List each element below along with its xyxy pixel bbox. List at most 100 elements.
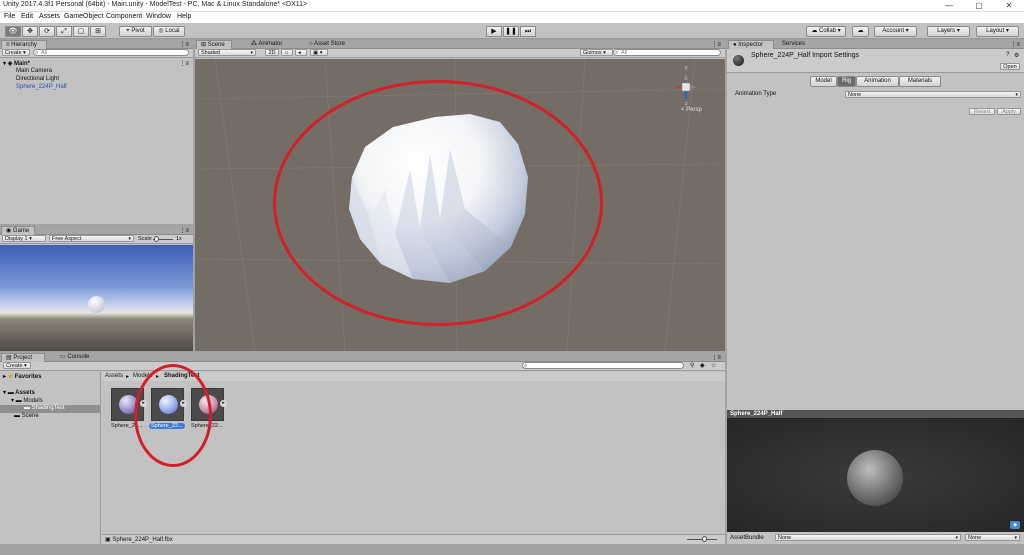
assetbundle-dropdown[interactable]: None ▾ (775, 534, 961, 541)
hierarchy-item[interactable]: Main Camera (16, 68, 52, 74)
scene-root-item[interactable]: ▾ ◈ Main* (3, 60, 30, 67)
collab-dropdown[interactable]: ☁ Collab ▾ (806, 26, 846, 37)
revert-button[interactable]: Revert (969, 108, 995, 115)
menu-assets[interactable]: Assets (39, 13, 60, 20)
settings-gear-icon[interactable]: ⚙ (1014, 52, 1019, 59)
filter-type-icon[interactable]: ⚲ (690, 362, 694, 369)
tab-asset-store[interactable]: ⌂ Asset Store (305, 40, 357, 49)
panel-menu-icon[interactable]: ⋮≡ (179, 227, 189, 234)
model-file-icon (733, 55, 744, 66)
axis-gizmo[interactable] (670, 69, 702, 103)
effects-dropdown-icon[interactable]: ▣ ▾ (310, 49, 328, 56)
breadcrumb-assets[interactable]: Assets (105, 373, 123, 379)
scale-slider-handle[interactable] (154, 236, 159, 242)
scene-search-input[interactable]: All (613, 49, 721, 56)
pivot-toggle[interactable]: ⌖ Pivot (119, 26, 152, 37)
menu-edit[interactable]: Edit (21, 13, 33, 20)
close-button[interactable]: ✕ (994, 0, 1024, 12)
local-toggle[interactable]: ◎ Local (153, 26, 185, 37)
layout-dropdown[interactable]: Layout ▾ (976, 26, 1019, 37)
tab-console[interactable]: ▭ Console (56, 353, 98, 362)
tab-game[interactable]: ◉ Game (1, 226, 35, 235)
unity-editor-window: Unity 2017.4.3f1 Personal (64bit) - Main… (0, 0, 1024, 555)
axis-y-label: y (685, 65, 688, 71)
apply-button[interactable]: Apply (997, 108, 1021, 115)
menu-file[interactable]: File (4, 13, 15, 20)
tag-icon[interactable]: ◆ (1010, 521, 1020, 529)
rotate-tool-icon[interactable]: ⟳ (39, 26, 55, 37)
display-dropdown[interactable]: Display 1 ▾ (2, 235, 46, 242)
project-create-dropdown[interactable]: Create ▾ (3, 362, 31, 369)
folder-item-scene[interactable]: ▬ Scene (14, 413, 39, 419)
menu-gameobject[interactable]: GameObject (64, 13, 103, 20)
subtab-animation[interactable]: Animation (856, 76, 899, 87)
move-tool-icon[interactable]: ✥ (22, 26, 38, 37)
2d-toggle[interactable]: 2D (265, 49, 279, 56)
account-dropdown[interactable]: Account ▾ (874, 26, 917, 37)
pause-button-icon[interactable]: ❚❚ (503, 26, 519, 37)
folder-item-shadingtest[interactable]: ▬ ShadingTest (0, 405, 100, 413)
scale-tool-icon[interactable]: ⤢ (56, 26, 72, 37)
game-view[interactable] (0, 245, 193, 351)
aspect-dropdown[interactable]: Free Aspect ▾ (49, 235, 134, 242)
scene-tabbar: ⊞ Scene ⁂ Animator ⌂ Asset Store ⋮≡ (195, 40, 725, 49)
tab-services[interactable]: Services (778, 40, 814, 49)
favorites-node[interactable]: ▸ ★ Favorites (3, 373, 41, 380)
cloud-button[interactable]: ☁ (852, 26, 869, 37)
layers-dropdown[interactable]: Layers ▾ (927, 26, 970, 37)
shading-mode-dropdown[interactable]: Shaded ▾ (198, 49, 256, 56)
assets-node[interactable]: ▾ ▬ Assets (3, 389, 35, 396)
menu-component[interactable]: Component (106, 13, 142, 20)
minimize-button[interactable]: — (934, 0, 964, 12)
scene-menu-icon[interactable]: ⋮≡ (179, 60, 189, 67)
tab-hierarchy[interactable]: ≡ Hierarchy (1, 40, 47, 49)
hierarchy-tabbar: ≡ Hierarchy ⋮≡ (0, 40, 193, 49)
favorite-star-icon[interactable]: ☆ (711, 362, 716, 369)
menu-window[interactable]: Window (146, 13, 171, 20)
folder-item-models[interactable]: ▾ ▬ Models (11, 397, 43, 404)
subtab-rig-selected[interactable]: Rig (837, 76, 856, 87)
project-status-bar: ▣ Sphere_224P_Half.fbx (102, 534, 725, 544)
gamepad-icon: ◉ (6, 228, 13, 234)
hierarchy-create-dropdown[interactable]: Create ▾ (2, 49, 30, 56)
filter-label-icon[interactable]: ◆ (700, 362, 705, 369)
tab-inspector[interactable]: ● Inspector (728, 40, 774, 49)
transform-tool-icon[interactable]: ⊞ (90, 26, 106, 37)
panel-menu-icon[interactable]: ⋮≡ (711, 41, 721, 48)
panel-menu-icon[interactable]: ⋮≡ (711, 354, 721, 361)
tab-scene[interactable]: ⊞ Scene (196, 40, 232, 49)
rect-tool-icon[interactable]: ▢ (73, 26, 89, 37)
subtab-model[interactable]: Model (810, 76, 837, 87)
project-search-input[interactable] (522, 362, 684, 369)
animation-type-dropdown[interactable]: None ▾ (845, 91, 1021, 98)
step-button-icon[interactable]: ⏭ (520, 26, 536, 37)
variant-dropdown[interactable]: None ▾ (965, 534, 1020, 541)
audio-toggle-icon[interactable]: ◂ (295, 49, 307, 56)
lighting-toggle-icon[interactable]: ☼ (281, 49, 293, 56)
thumbnail-size-handle[interactable] (702, 536, 707, 542)
gizmos-dropdown[interactable]: Gizmos ▾ (580, 49, 613, 56)
hand-tool-icon[interactable]: 👁 (5, 26, 21, 37)
expand-arrow-icon[interactable]: ▸ (220, 400, 227, 407)
hierarchy-item[interactable]: Directional Light (16, 76, 59, 82)
preview-view[interactable]: ◆ (727, 420, 1024, 532)
projection-label[interactable]: < Persp (681, 107, 702, 113)
panel-menu-icon[interactable]: ⋮≡ (1010, 41, 1020, 48)
import-tabs: Model Rig Animation Materials (810, 76, 941, 87)
scene-panel: ⊞ Scene ⁂ Animator ⌂ Asset Store ⋮≡ Shad… (195, 40, 725, 351)
hierarchy-item-selected[interactable]: Sphere_224P_Half (16, 84, 67, 90)
hierarchy-search-input[interactable]: All (33, 49, 189, 56)
maximize-button[interactable]: ▢ (964, 0, 994, 12)
tab-project[interactable]: ▤ Project (1, 353, 45, 362)
menu-help[interactable]: Help (177, 13, 191, 20)
folder-icon: ▬ (14, 413, 22, 419)
inspector-tabbar: ● Inspector Services ⋮≡ (727, 40, 1024, 49)
project-folder-tree: ▸ ★ Favorites ▾ ▬ Assets ▾ ▬ Models ▬ Sh… (0, 372, 101, 544)
play-button-icon[interactable]: ▶ (486, 26, 502, 37)
open-button[interactable]: Open (1000, 63, 1020, 70)
project-toolbar: Create ▾ ⚲ ◆ ☆ (0, 362, 725, 371)
help-icon[interactable]: ? (1006, 52, 1009, 58)
panel-menu-icon[interactable]: ⋮≡ (179, 41, 189, 48)
tab-animator[interactable]: ⁂ Animator (247, 40, 297, 49)
subtab-materials[interactable]: Materials (899, 76, 941, 87)
